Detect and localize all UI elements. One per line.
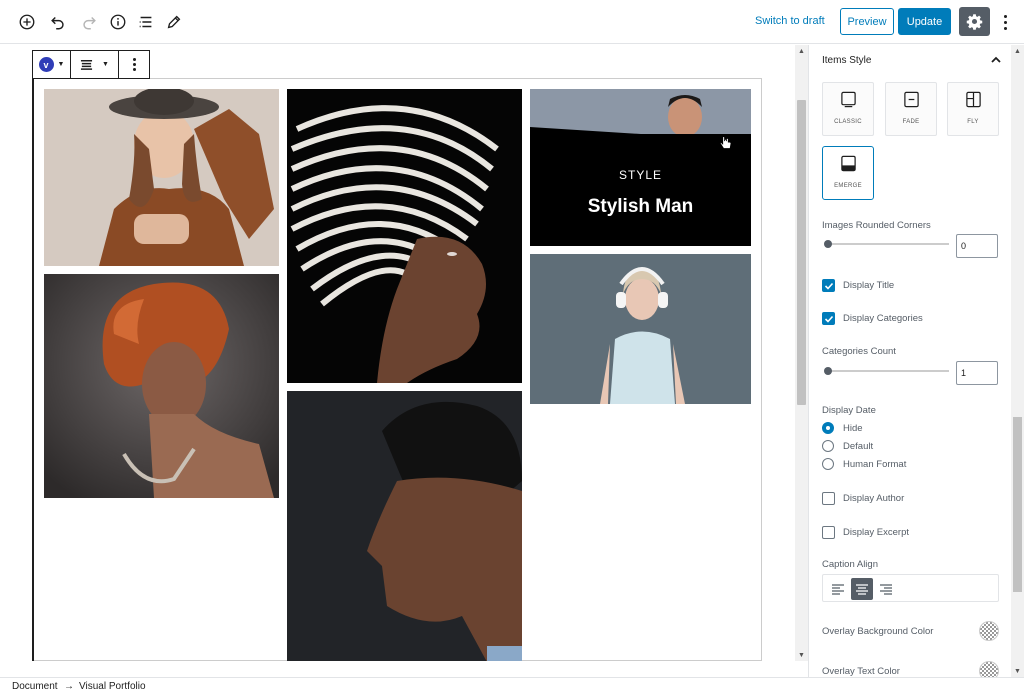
- add-block-icon[interactable]: [15, 10, 39, 34]
- overlay-text-color-label: Overlay Text Color: [822, 666, 900, 677]
- display-title-checkbox[interactable]: [822, 279, 835, 292]
- style-option-fade[interactable]: FADE: [885, 82, 937, 136]
- gallery-item-stylish-man[interactable]: STYLE Stylish Man: [530, 89, 751, 246]
- switch-to-draft-link[interactable]: Switch to draft: [755, 15, 825, 27]
- block-align-dropdown[interactable]: ▼: [71, 51, 119, 78]
- display-title-label[interactable]: Display Title: [843, 280, 894, 291]
- categories-count-input[interactable]: 1: [956, 361, 998, 385]
- gallery-item-woman-striped-headwrap[interactable]: [287, 89, 522, 383]
- overlay-text-color-swatch[interactable]: [979, 661, 999, 677]
- editor-scrollbar[interactable]: ▲ ▼: [795, 45, 808, 661]
- caption-align-toggle-group: [822, 574, 999, 602]
- display-excerpt-checkbox[interactable]: [822, 526, 835, 539]
- style-option-classic[interactable]: CLASSIC: [822, 82, 874, 136]
- block-more-options-button[interactable]: [119, 51, 149, 78]
- display-date-label: Display Date: [822, 405, 876, 416]
- gallery-item-woman-red-hair[interactable]: [44, 274, 279, 498]
- display-author-label[interactable]: Display Author: [843, 493, 904, 504]
- align-right-button[interactable]: [875, 578, 897, 600]
- gear-icon: [966, 14, 983, 30]
- display-date-radio-human-format[interactable]: [822, 458, 834, 470]
- chevron-down-icon: ▼: [57, 61, 65, 68]
- breadcrumb-document[interactable]: Document: [12, 681, 58, 692]
- checkmark-icon: [824, 282, 833, 290]
- rounded-corners-slider[interactable]: [826, 243, 949, 245]
- categories-count-slider[interactable]: [826, 370, 949, 372]
- sidebar-scroll-thumb[interactable]: [1013, 417, 1022, 592]
- redo-icon[interactable]: [77, 10, 101, 34]
- editor-scroll-thumb[interactable]: [797, 100, 806, 405]
- update-button[interactable]: Update: [898, 8, 951, 35]
- align-right-icon: [880, 584, 892, 595]
- radio-label-human-format[interactable]: Human Format: [843, 459, 906, 470]
- block-toolbar: v ▼ ▼: [32, 50, 150, 79]
- block-breadcrumb: Document → Visual Portfolio: [0, 677, 1024, 695]
- scroll-down-icon[interactable]: ▼: [1011, 665, 1024, 677]
- fly-style-icon: [965, 91, 981, 108]
- settings-button[interactable]: [959, 7, 990, 36]
- scroll-up-icon[interactable]: ▲: [795, 45, 808, 57]
- style-option-fly[interactable]: FLY: [947, 82, 999, 136]
- breadcrumb-separator: →: [64, 681, 74, 692]
- gallery-item-woman-headphones[interactable]: [530, 254, 751, 404]
- rounded-corners-slider-thumb[interactable]: [824, 240, 832, 248]
- gallery-item-man-profile[interactable]: [287, 391, 522, 661]
- display-date-radio-default[interactable]: [822, 440, 834, 452]
- scroll-down-icon[interactable]: ▼: [795, 649, 808, 661]
- radio-label-default[interactable]: Default: [843, 441, 873, 452]
- portfolio-gallery[interactable]: STYLE Stylish Man: [34, 78, 762, 661]
- display-date-radio-hide[interactable]: [822, 422, 834, 434]
- style-label: FLY: [967, 119, 979, 125]
- align-justify-icon: [80, 60, 93, 70]
- display-author-checkbox[interactable]: [822, 492, 835, 505]
- rounded-corners-input[interactable]: 0: [956, 234, 998, 258]
- chevron-down-icon: ▼: [102, 61, 109, 68]
- checkmark-icon: [824, 315, 833, 323]
- info-icon[interactable]: [106, 10, 130, 34]
- rounded-corners-label: Images Rounded Corners: [822, 220, 931, 231]
- gallery-item-woman-with-hat[interactable]: [44, 89, 279, 266]
- item-caption-overlay: STYLE Stylish Man: [530, 134, 751, 246]
- display-categories-checkbox[interactable]: [822, 312, 835, 325]
- emerge-style-icon: [840, 155, 856, 172]
- display-excerpt-label[interactable]: Display Excerpt: [843, 527, 909, 538]
- breadcrumb-visual-portfolio[interactable]: Visual Portfolio: [79, 681, 146, 692]
- align-center-icon: [856, 584, 868, 595]
- caption-align-label: Caption Align: [822, 559, 878, 570]
- editor-top-toolbar: Switch to draft Preview Update: [0, 0, 1024, 44]
- hand-cursor-icon: [719, 136, 732, 149]
- item-title[interactable]: Stylish Man: [530, 196, 751, 218]
- fade-style-icon: [903, 91, 919, 108]
- item-category[interactable]: STYLE: [530, 168, 751, 182]
- preview-button[interactable]: Preview: [840, 8, 894, 35]
- align-left-button[interactable]: [827, 578, 849, 600]
- editor-canvas: STYLE Stylish Man v ▼ ▼: [0, 45, 808, 661]
- panel-title[interactable]: Items Style: [822, 55, 871, 66]
- style-option-emerge[interactable]: EMERGE: [822, 146, 874, 200]
- style-label: EMERGE: [834, 183, 862, 189]
- visual-portfolio-icon: v: [38, 57, 54, 72]
- sidebar-scrollbar[interactable]: ▲ ▼: [1011, 45, 1024, 677]
- scroll-up-icon[interactable]: ▲: [1011, 45, 1024, 57]
- list-view-icon[interactable]: [134, 10, 158, 34]
- style-label: CLASSIC: [834, 119, 862, 125]
- align-center-button[interactable]: [851, 578, 873, 600]
- overlay-bg-color-label: Overlay Background Color: [822, 626, 934, 637]
- categories-count-slider-thumb[interactable]: [824, 367, 832, 375]
- radio-label-hide[interactable]: Hide: [843, 423, 863, 434]
- overlay-bg-color-swatch[interactable]: [979, 621, 999, 641]
- settings-sidebar: Items Style CLASSIC FADE FLY EMERGE Imag…: [808, 45, 1024, 677]
- undo-icon[interactable]: [46, 10, 70, 34]
- display-categories-label[interactable]: Display Categories: [843, 313, 923, 324]
- chevron-up-icon[interactable]: [989, 53, 1003, 67]
- style-label: FADE: [902, 119, 920, 125]
- categories-count-label: Categories Count: [822, 346, 896, 357]
- align-left-icon: [832, 584, 844, 595]
- more-options-button[interactable]: [997, 10, 1013, 34]
- block-type-switcher[interactable]: v ▼: [33, 51, 71, 78]
- edit-tools-icon[interactable]: [162, 10, 186, 34]
- classic-style-icon: [840, 91, 856, 108]
